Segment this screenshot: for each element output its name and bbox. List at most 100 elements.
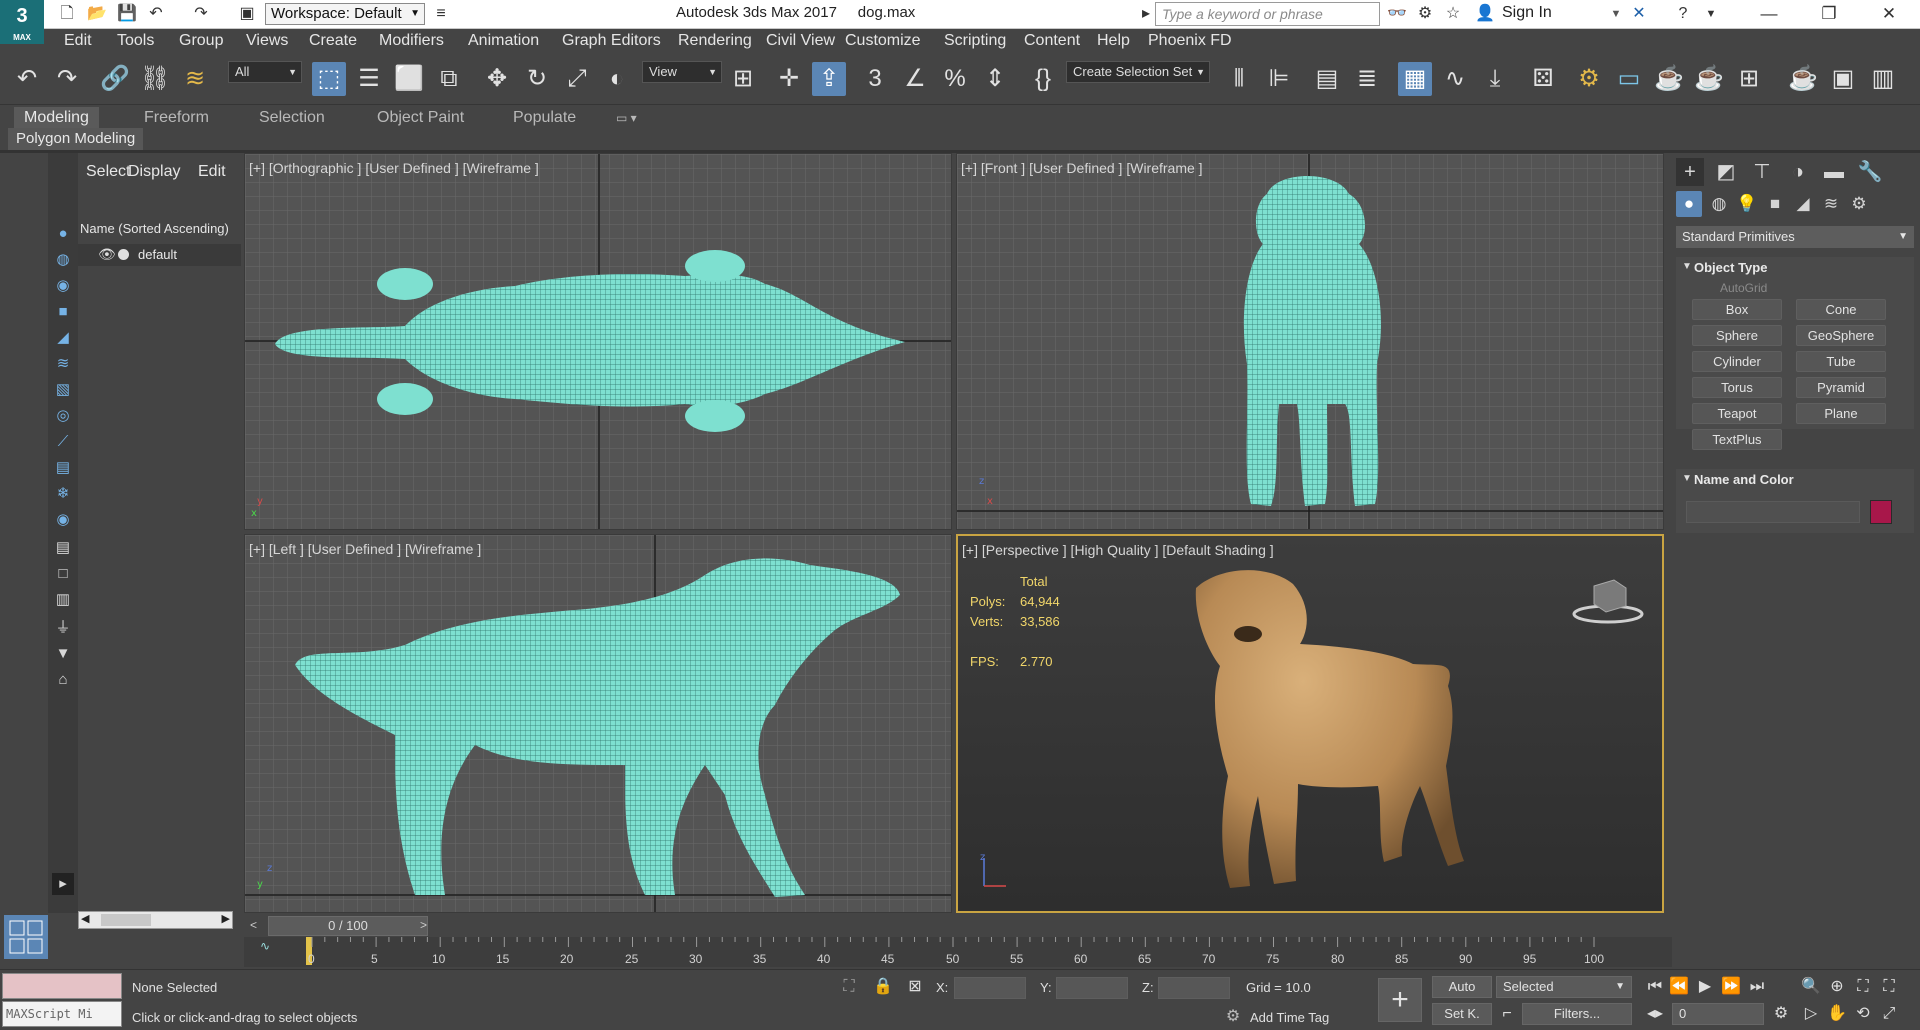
list-item[interactable]: 👁 default <box>78 244 241 266</box>
render-message-icon[interactable]: ▥ <box>1866 62 1900 96</box>
key-mode-toggle-icon[interactable]: ◂▸ <box>1644 1003 1666 1025</box>
select-by-name-icon[interactable]: ☰ <box>352 62 386 96</box>
hierarchy-panel-icon[interactable]: ⊤ <box>1748 158 1776 186</box>
key-filters-button[interactable]: Filters... <box>1522 1003 1632 1025</box>
container-filter-icon[interactable]: ▤ <box>52 457 74 479</box>
filter-icon[interactable]: ▼ <box>52 643 74 665</box>
toggle-ribbon-icon[interactable]: ▦ <box>1398 62 1432 96</box>
absolute-mode-transform-icon[interactable]: ⊠ <box>904 976 926 998</box>
display-all-icon[interactable]: ▤ <box>52 537 74 559</box>
snaps-toggle-icon[interactable]: 3 <box>858 62 892 96</box>
find-case-icon[interactable]: ⏚ <box>52 617 74 639</box>
autogrid-checkbox[interactable]: AutoGrid <box>1720 281 1767 295</box>
viewport-top[interactable]: y x [+] [Orthographic ] [User Defined ] … <box>244 153 952 530</box>
exchange-icon[interactable]: ✕ <box>1628 4 1650 24</box>
sphere-button[interactable]: Sphere <box>1692 325 1782 346</box>
rollout-collapse-icon[interactable]: ▼ <box>1682 261 1692 272</box>
geometry-category-icon[interactable]: ● <box>1676 191 1702 217</box>
auto-key-button[interactable]: Auto <box>1432 976 1492 998</box>
menu-civil-view[interactable]: Civil View <box>766 32 835 50</box>
lights-category-icon[interactable]: 💡 <box>1734 191 1760 217</box>
maxscript-mini-listener-input[interactable]: MAXScript Mi <box>2 1001 122 1027</box>
ribbon-panel-polygon-modeling[interactable]: Polygon Modeling <box>8 128 144 150</box>
previous-frame-icon[interactable]: < <box>250 918 257 932</box>
reference-coordinate-dropdown[interactable]: View ▼ <box>642 61 722 83</box>
plane-button[interactable]: Plane <box>1796 403 1886 424</box>
default-in-out-tangents-icon[interactable]: ⌐ <box>1496 1003 1518 1025</box>
chevron-down-icon[interactable]: ▼ <box>1700 4 1722 24</box>
project-folder-icon[interactable]: ▣ <box>236 4 258 24</box>
helpers-category-icon[interactable]: ◢ <box>1790 191 1816 217</box>
next-frame-icon[interactable]: > <box>420 918 427 932</box>
track-bar[interactable]: ∿ 0 5 10 15 20 25 30 35 40 45 50 55 60 6… <box>244 937 1672 967</box>
menu-phoenix-fd[interactable]: Phoenix FD <box>1148 32 1232 50</box>
undo-icon[interactable]: ↶ <box>145 4 167 24</box>
menu-help[interactable]: Help <box>1097 32 1130 50</box>
create-panel-icon[interactable]: + <box>1676 158 1704 186</box>
frozen-filter-icon[interactable]: ❄ <box>52 483 74 505</box>
named-selection-sets-icon[interactable]: {} <box>1026 62 1060 96</box>
textplus-button[interactable]: TextPlus <box>1692 429 1782 450</box>
menu-views[interactable]: Views <box>246 32 288 50</box>
render-iterative-icon[interactable]: ☕ <box>1692 62 1726 96</box>
align-icon[interactable]: ⊫ <box>1262 62 1296 96</box>
rollout-collapse-icon[interactable]: ▼ <box>1682 473 1692 484</box>
horizontal-scrollbar[interactable]: ◀ ▶ <box>78 911 233 929</box>
display-panel-icon[interactable]: ▬ <box>1820 158 1848 186</box>
tube-button[interactable]: Tube <box>1796 351 1886 372</box>
menu-modifiers[interactable]: Modifiers <box>379 32 444 50</box>
app-logo[interactable]: 3 MAX <box>0 0 44 44</box>
display-none-icon[interactable]: □ <box>52 563 74 585</box>
scroll-left-icon[interactable]: ◀ <box>81 912 89 925</box>
zoom-icon[interactable]: 🔍 <box>1800 976 1822 998</box>
pyramid-button[interactable]: Pyramid <box>1796 377 1886 398</box>
viewport-layout-icon[interactable] <box>4 915 48 959</box>
ribbon-options-icon[interactable]: ▭ ▾ <box>606 107 647 130</box>
minimize-button[interactable]: — <box>1746 0 1792 29</box>
toggle-layer-explorer-icon[interactable]: ≣ <box>1350 62 1384 96</box>
object-color-swatch[interactable] <box>1870 500 1892 524</box>
spinner-snap-icon[interactable]: ⇕ <box>978 62 1012 96</box>
key-filter-dropdown[interactable]: Selected ▼ <box>1496 976 1632 998</box>
tab-freeform[interactable]: Freeform <box>134 107 219 130</box>
viewport-perspective-label[interactable]: [+] [Perspective ] [High Quality ] [Defa… <box>962 542 1274 558</box>
visibility-eye-icon[interactable]: 👁 <box>98 246 116 263</box>
viewport-front-label[interactable]: [+] [Front ] [User Defined ] [Wireframe … <box>961 160 1203 176</box>
selection-set-dropdown[interactable]: Create Selection Set ▼ <box>1066 61 1210 83</box>
tab-object-paint[interactable]: Object Paint <box>367 107 474 130</box>
chevron-down-icon[interactable]: ▼ <box>1605 4 1627 24</box>
save-file-icon[interactable]: 💾 <box>116 4 138 24</box>
cone-button[interactable]: Cone <box>1796 299 1886 320</box>
name-and-color-title[interactable]: Name and Color <box>1694 472 1794 487</box>
rectangular-selection-icon[interactable]: ⬜ <box>392 62 426 96</box>
toggle-scene-explorer-icon[interactable]: ▤ <box>1310 62 1344 96</box>
communication-icon[interactable]: ⚙ <box>1414 4 1436 24</box>
close-button[interactable]: ✕ <box>1866 0 1912 29</box>
redo-icon[interactable]: ↷ <box>190 4 212 24</box>
rotate-icon[interactable]: ↻ <box>520 62 554 96</box>
undo-icon[interactable]: ↶ <box>10 62 44 96</box>
selection-filter-dropdown[interactable]: All ▼ <box>228 61 302 83</box>
maximize-viewport-icon[interactable]: ⤢ <box>1878 1003 1900 1025</box>
motion-panel-icon[interactable]: ◑ <box>1784 158 1812 186</box>
workspace-dropdown[interactable]: Workspace: Default ▼ <box>265 3 425 25</box>
isolate-selection-icon[interactable]: ⛶ <box>838 976 860 998</box>
shape-filter-icon[interactable]: ◍ <box>52 249 74 271</box>
helper-filter-icon[interactable]: ◢ <box>52 327 74 349</box>
time-slider[interactable]: 0 / 100 <box>268 916 428 936</box>
open-file-icon[interactable]: 📂 <box>86 4 108 24</box>
tab-selection[interactable]: Selection <box>249 107 335 130</box>
percent-snap-icon[interactable]: % <box>938 62 972 96</box>
box-button[interactable]: Box <box>1692 299 1782 320</box>
expand-arrow-icon[interactable]: ▸ <box>52 873 74 895</box>
zoom-extents-icon[interactable]: ⛶ <box>1852 976 1874 998</box>
favorites-star-icon[interactable]: ☆ <box>1442 4 1464 24</box>
systems-category-icon[interactable]: ⚙ <box>1846 191 1872 217</box>
bind-space-warp-icon[interactable]: ≋ <box>178 62 212 96</box>
invert-display-icon[interactable]: ▥ <box>52 589 74 611</box>
schematic-view-icon[interactable]: ⤓ <box>1478 62 1512 96</box>
add-time-tag[interactable]: Add Time Tag <box>1250 1010 1329 1025</box>
material-editor-icon[interactable]: ⚄ <box>1526 62 1560 96</box>
camera-filter-icon[interactable]: ■ <box>52 301 74 323</box>
link-icon[interactable]: 🔗 <box>98 62 132 96</box>
